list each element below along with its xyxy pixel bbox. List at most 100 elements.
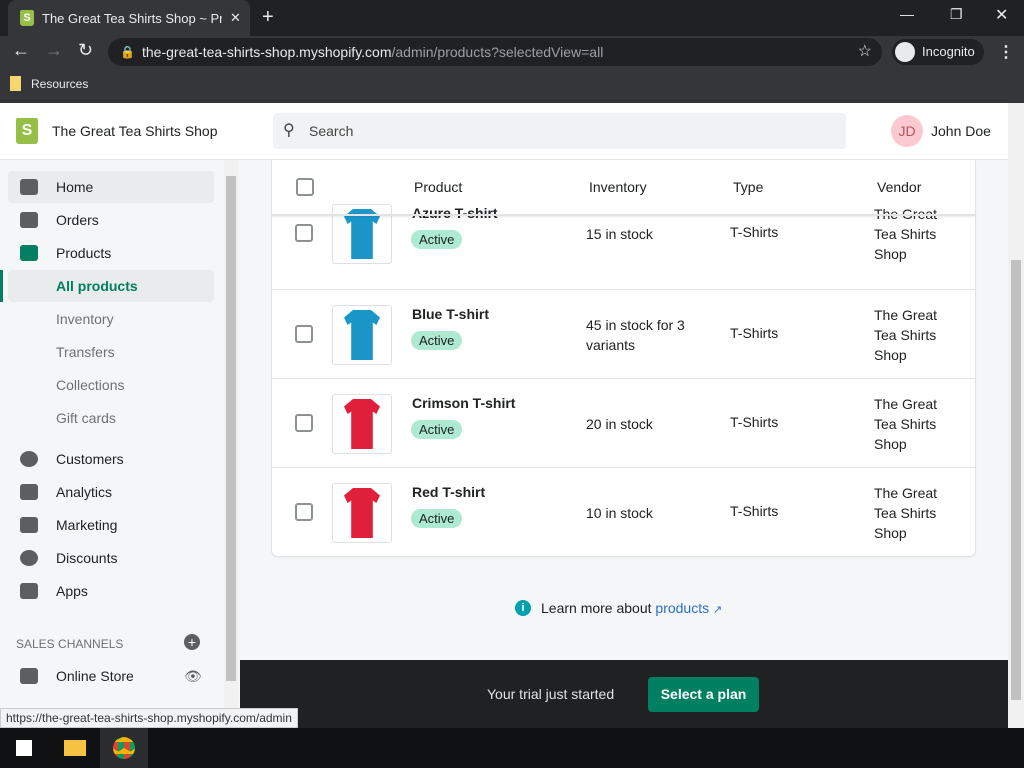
row-checkbox[interactable] xyxy=(295,325,313,343)
header-type[interactable]: Type xyxy=(733,179,763,195)
row-checkbox[interactable] xyxy=(295,503,313,521)
reload-icon[interactable]: ↻ xyxy=(78,40,93,61)
page-scroll-thumb[interactable] xyxy=(1011,260,1021,700)
products-table: Product Inventory Type Vendor Azure T-sh… xyxy=(272,160,975,556)
product-name[interactable]: Crimson T-shirt xyxy=(412,395,515,411)
header-divider xyxy=(272,214,975,216)
tshirt-image xyxy=(344,399,380,449)
tab-title: The Great Tea Shirts Shop ~ Products xyxy=(42,10,222,26)
learn-text: Learn more about xyxy=(541,600,656,616)
tshirt-image xyxy=(344,488,380,538)
url-path: /admin/products?selectedView=all xyxy=(391,44,604,60)
sidebar-item-marketing[interactable]: Marketing xyxy=(8,509,214,541)
sidebar-item-all-products[interactable]: All products xyxy=(8,270,214,302)
sidebar-item-discounts[interactable]: Discounts xyxy=(8,542,214,574)
lock-icon: 🔒 xyxy=(120,45,135,59)
product-name[interactable]: Blue T-shirt xyxy=(412,306,489,322)
file-explorer-icon[interactable] xyxy=(64,740,86,756)
sidebar-item-home[interactable]: Home xyxy=(8,171,214,203)
bookmarks-bar: Resources xyxy=(0,68,1024,103)
table-row[interactable]: Azure T-shirt Active 15 in stock T-Shirt… xyxy=(272,204,975,294)
page-scrollbar[interactable] xyxy=(1008,103,1024,728)
sidebar-scroll-thumb[interactable] xyxy=(226,176,236,681)
add-channel-icon[interactable]: + xyxy=(184,634,200,650)
status-badge: Active xyxy=(411,331,463,350)
browser-tab[interactable]: S The Great Tea Shirts Shop ~ Products ✕ xyxy=(8,0,250,36)
sidebar-item-gift-cards[interactable]: Gift cards xyxy=(8,402,214,434)
windows-start-icon[interactable] xyxy=(16,740,32,756)
nav-label: Orders xyxy=(56,212,99,228)
sidebar-item-apps[interactable]: Apps xyxy=(8,575,214,607)
sidebar-scrollbar[interactable] xyxy=(224,160,238,708)
sidebar-item-online-store[interactable]: Online Store 👁 xyxy=(8,660,214,692)
close-tab-icon[interactable]: ✕ xyxy=(230,10,241,26)
row-checkbox[interactable] xyxy=(295,224,313,242)
product-thumbnail[interactable] xyxy=(332,305,392,365)
user-name[interactable]: John Doe xyxy=(931,123,991,139)
sidebar-item-orders[interactable]: Orders xyxy=(8,204,214,236)
product-name[interactable]: Azure T-shirt xyxy=(412,205,498,221)
folder-icon xyxy=(10,76,21,91)
sidebar-item-collections[interactable]: Collections xyxy=(8,369,214,401)
select-plan-button[interactable]: Select a plan xyxy=(648,677,759,712)
sidebar-item-inventory[interactable]: Inventory xyxy=(8,303,214,335)
address-bar[interactable]: 🔒 the-great-tea-shirts-shop.myshopify.com… xyxy=(108,38,882,66)
nav-label: Transfers xyxy=(56,344,115,360)
new-tab-icon[interactable]: + xyxy=(262,6,274,29)
bookmark-label: Resources xyxy=(31,76,89,91)
nav-label: Marketing xyxy=(56,517,118,533)
vendor-cell: The Great Tea Shirts Shop xyxy=(874,206,938,262)
sidebar-item-transfers[interactable]: Transfers xyxy=(8,336,214,368)
shop-name[interactable]: The Great Tea Shirts Shop xyxy=(52,123,218,139)
back-icon[interactable]: ← xyxy=(12,40,30,61)
type-cell: T-Shirts xyxy=(730,503,779,519)
product-thumbnail[interactable] xyxy=(332,204,392,264)
table-row[interactable]: Crimson T-shirt Active 20 in stock T-Shi… xyxy=(272,378,975,467)
header-inventory[interactable]: Inventory xyxy=(589,179,647,195)
status-bar-url: https://the-great-tea-shirts-shop.myshop… xyxy=(0,708,298,728)
table-row[interactable]: Blue T-shirt Active 45 in stock for 3 va… xyxy=(272,289,975,378)
row-checkbox[interactable] xyxy=(295,414,313,432)
eye-icon[interactable]: 👁 xyxy=(184,660,202,692)
store-icon xyxy=(20,668,38,684)
sidebar-item-analytics[interactable]: Analytics xyxy=(8,476,214,508)
product-thumbnail[interactable] xyxy=(332,483,392,543)
products-link[interactable]: products xyxy=(655,600,709,616)
product-thumbnail[interactable] xyxy=(332,394,392,454)
incognito-badge[interactable]: Incognito xyxy=(892,39,984,65)
bookmark-resources[interactable]: Resources xyxy=(10,76,88,91)
tab-bar: S The Great Tea Shirts Shop ~ Products ✕ +… xyxy=(0,0,1024,36)
forward-icon[interactable]: → xyxy=(45,40,63,61)
orders-icon xyxy=(20,212,38,228)
menu-icon[interactable]: ⋮ xyxy=(998,42,1014,62)
customer-icon xyxy=(20,451,38,467)
star-icon[interactable]: ☆ xyxy=(858,38,872,66)
avatar[interactable]: JD xyxy=(891,115,923,147)
select-all-checkbox[interactable] xyxy=(296,178,314,196)
table-row[interactable]: Red T-shirt Active 10 in stock T-Shirts … xyxy=(272,467,975,556)
type-cell: T-Shirts xyxy=(730,414,779,430)
inventory-cell: 15 in stock xyxy=(586,226,653,242)
close-window-icon[interactable]: ✕ xyxy=(995,5,1008,25)
nav-label: Apps xyxy=(56,583,88,599)
product-name[interactable]: Red T-shirt xyxy=(412,484,485,500)
header-product[interactable]: Product xyxy=(414,179,462,195)
sidebar-item-customers[interactable]: Customers xyxy=(8,443,214,475)
incognito-icon xyxy=(895,42,915,62)
shopify-logo-icon: S xyxy=(16,118,38,144)
nav-label: Products xyxy=(56,245,112,261)
sidebar-item-products[interactable]: Products xyxy=(8,237,214,269)
apps-icon xyxy=(20,583,38,599)
header-vendor[interactable]: Vendor xyxy=(877,179,921,195)
tshirt-image xyxy=(344,209,380,259)
sales-channels-heading: SALES CHANNELS xyxy=(16,637,124,651)
minimize-icon[interactable]: — xyxy=(900,6,914,22)
chrome-taskbar-button[interactable] xyxy=(100,728,148,768)
search-placeholder: Search xyxy=(309,123,354,139)
status-badge: Active xyxy=(411,509,463,528)
trial-banner: Your trial just started xyxy=(240,660,1008,728)
search-input[interactable]: ⚲ Search xyxy=(273,113,846,149)
restore-icon[interactable]: ❐ xyxy=(950,6,963,23)
nav-label: Home xyxy=(56,179,94,195)
nav-label: Discounts xyxy=(56,550,118,566)
